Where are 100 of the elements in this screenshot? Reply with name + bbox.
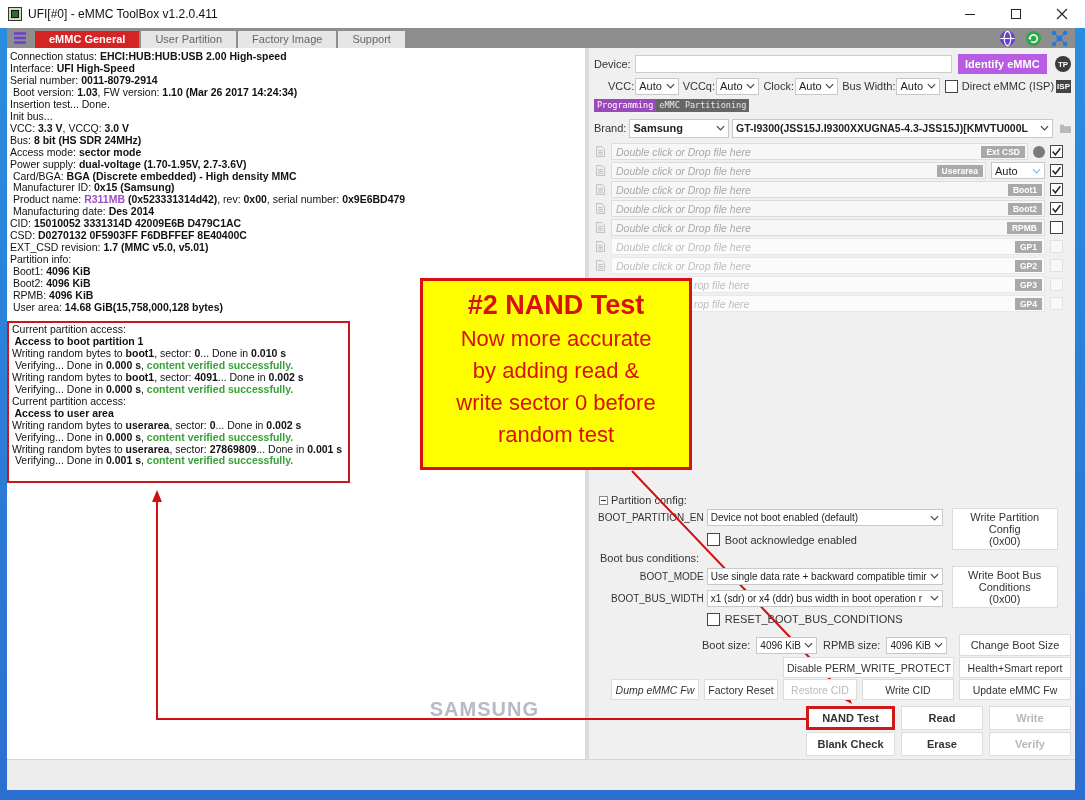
caret-icon <box>929 514 939 521</box>
tool-button[interactable]: Dump eMMC Fw <box>611 679 699 700</box>
tab[interactable]: Factory Image <box>238 30 337 48</box>
checkbox[interactable] <box>1050 145 1063 158</box>
identify-button[interactable]: Identify eMMC <box>957 54 1048 74</box>
power-select[interactable]: Auto <box>716 77 760 95</box>
power-select[interactable]: Auto <box>794 77 839 95</box>
power-select[interactable]: Auto <box>635 77 679 95</box>
tab[interactable]: Support <box>338 30 405 48</box>
close-icon <box>1056 8 1068 20</box>
action-button[interactable]: NAND Test <box>806 706 895 730</box>
write-config-button[interactable]: Write Partition Config (0x00) <box>951 508 1058 550</box>
log-line: Manufacturer ID: 0x15 (Samsung) <box>11 182 175 195</box>
field-label: RPMB size: <box>822 639 881 651</box>
rpmb-size-select[interactable]: 4096 KiB <box>886 636 947 654</box>
write-bus-button[interactable]: Write Boot Bus Conditions (0x00) <box>951 566 1058 608</box>
caret-icon <box>746 83 756 89</box>
log-line: Verifying... Done in 0.000 s, content verified successfully. <box>14 359 295 372</box>
partition-tag: Boot1 <box>1007 184 1042 196</box>
boot-partition-select[interactable]: Device not boot enabled (default) <box>706 509 943 527</box>
log-line: Product name: R311MB (0x523331314d42), rev: 0x00, serial number: 0x9E6BD479 <box>11 194 406 207</box>
log-line: RPMB: 4096 KiB <box>11 290 94 302</box>
checkbox[interactable] <box>706 612 720 626</box>
file-icon <box>596 203 605 214</box>
status-dot-icon <box>1033 145 1045 158</box>
refresh-icon[interactable] <box>1025 29 1042 47</box>
tool-button[interactable]: Disable PERM_WRITE_PROTECT <box>783 657 954 678</box>
log-line: Writing random bytes to userarea, sector: 27869809... Done in 0.001 s <box>11 443 343 456</box>
checkbox[interactable] <box>1050 221 1063 234</box>
checkbox[interactable] <box>1050 164 1063 177</box>
caret-icon <box>929 573 939 579</box>
log-line: Init bus... <box>9 110 53 123</box>
log-line: Verifying... Done in 0.000 s, content verified successfully. <box>14 383 295 396</box>
boot-size-select[interactable]: 4096 KiB <box>756 636 817 654</box>
section-title: Boot bus conditions: <box>600 552 701 564</box>
action-button[interactable]: Blank Check <box>806 732 895 756</box>
caret-icon <box>929 595 939 601</box>
log-line: Current partition access: <box>11 395 127 408</box>
field-label: BOOT_MODE <box>638 570 704 582</box>
log-line: Access mode: sector mode <box>9 146 142 159</box>
checkbox-label: Boot acknowledge enabled <box>724 533 857 546</box>
caret-icon <box>803 642 813 648</box>
mode-tab[interactable]: eMMC Partitioning <box>656 98 750 112</box>
file-icon <box>596 165 605 176</box>
partition-tag: GP4 <box>1015 298 1042 310</box>
tool-button[interactable]: Write CID <box>862 679 954 700</box>
log-line: User area: 14.68 GiB(15,758,000,128 bytes) <box>11 302 224 314</box>
log-line: Partition info: <box>9 254 72 267</box>
checkbox[interactable] <box>706 533 720 547</box>
power-label: VCCq: <box>682 80 716 92</box>
tool-button[interactable]: Health+Smart report <box>959 657 1071 678</box>
caret-icon <box>1040 125 1050 131</box>
mode-tab[interactable]: Programming <box>594 98 657 112</box>
power-select[interactable]: Auto <box>896 77 940 95</box>
callout-text: Now more accurate by adding read & write sector 0 before random test <box>456 325 656 449</box>
model-select[interactable]: GT-I9300(JSS15J.I9300XXUGNA5-4.3-JSS15J)[KMVTU000L <box>732 118 1054 138</box>
log-line: Serial number: 0011-8079-2914 <box>9 74 158 87</box>
window-title: UFI[#0] - eMMC ToolBox v1.2.0.411 <box>28 7 218 21</box>
caret-icon <box>665 83 675 89</box>
checkbox[interactable] <box>1050 183 1063 196</box>
change-size-button[interactable]: Change Boot Size <box>959 634 1071 656</box>
caret-icon <box>825 83 835 89</box>
file-icon <box>596 222 605 233</box>
log-line: VCC: 3.3 V, VCCQ: 3.0 V <box>9 122 130 135</box>
file-icon <box>596 184 605 195</box>
globe-icon[interactable] <box>999 29 1016 47</box>
log-line: Boot1: 4096 KiB <box>11 266 91 279</box>
power-label: VCC: <box>608 80 635 92</box>
log-line: CSD: D0270132 0F5903FF F6DBFFEF 8E40400C <box>9 230 247 243</box>
mode-select[interactable]: Auto <box>991 162 1045 179</box>
checkbox[interactable] <box>944 79 958 93</box>
caret-icon <box>1032 167 1041 174</box>
checkbox[interactable] <box>1050 202 1063 215</box>
boot-mode-select[interactable]: Use single data rate + backward compatible timir <box>706 567 943 585</box>
collapse-icon[interactable] <box>599 495 608 505</box>
device-field[interactable] <box>634 55 952 73</box>
file-icon <box>596 146 605 157</box>
action-button[interactable]: Read <box>901 706 983 730</box>
tab[interactable]: User Partition <box>141 30 237 48</box>
log-line: Verifying... Done in 0.000 s, content verified successfully. <box>14 431 295 444</box>
log-line: Boot2: 4096 KiB <box>11 278 91 291</box>
tab[interactable]: eMMC General <box>35 30 140 48</box>
tool-button[interactable]: Factory Reset <box>704 679 778 700</box>
tool-button[interactable]: Update eMMC Fw <box>959 679 1071 700</box>
log-line: Interface: UFI High-Speed <box>9 62 135 75</box>
log-line: Writing random bytes to boot1, sector: 4091... Done in 0.002 s <box>11 371 305 384</box>
log-line: EXT_CSD revision: 1.7 (MMC v5.0, v5.01) <box>9 242 209 255</box>
brand-select[interactable]: Samsung <box>629 118 730 138</box>
field-label: BOOT_BUS_WIDTH <box>609 592 704 604</box>
bus-width-select[interactable]: x1 (sdr) or x4 (ddr) bus width in boot operation r <box>706 589 943 607</box>
file-icon <box>596 260 605 271</box>
action-button[interactable]: Erase <box>901 732 983 756</box>
checkbox-label: Direct eMMC (ISP) <box>961 80 1055 92</box>
log-line: Power supply: dual-voltage (1.70-1.95V, 2.7-3.6V) <box>9 158 247 171</box>
log-line: CID: 15010052 3331314D 42009E6B D479C1AC <box>9 218 242 231</box>
isp-badge: ISP <box>1056 79 1071 93</box>
log-line: Access to boot partition 1 <box>13 335 145 348</box>
partition-tag: Ext CSD <box>981 146 1025 158</box>
app-icon <box>8 7 22 21</box>
partition-tag: RPMB <box>1006 222 1042 234</box>
